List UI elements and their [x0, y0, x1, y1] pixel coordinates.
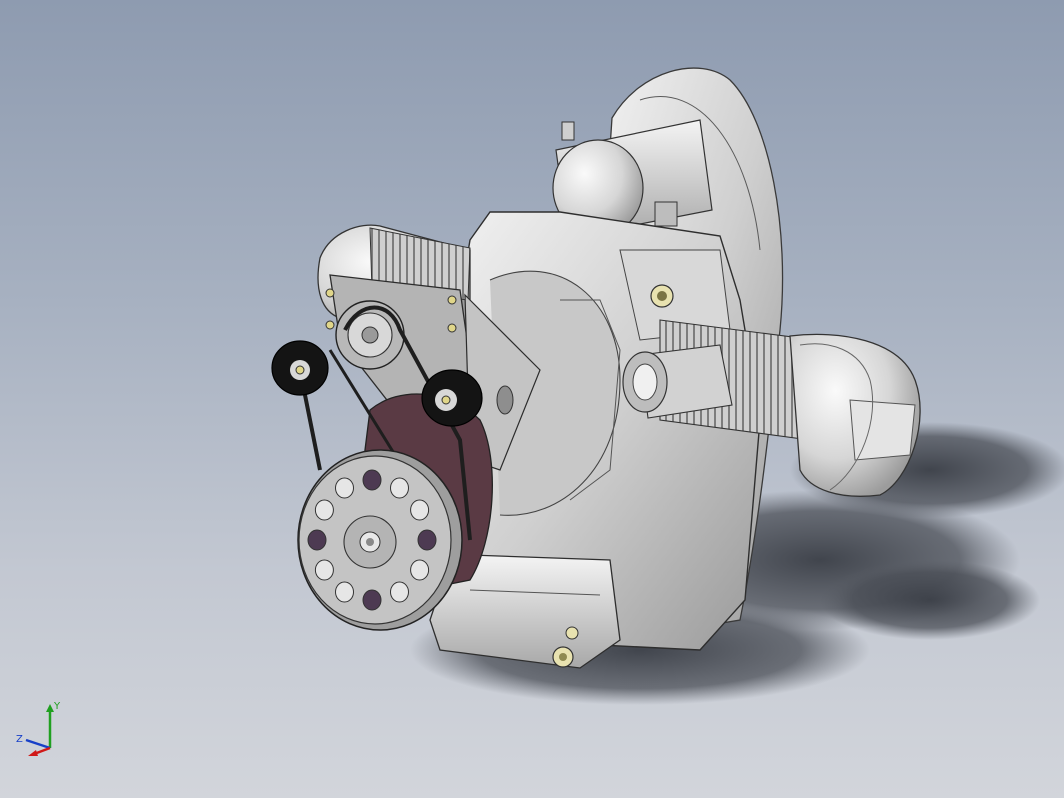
pulley-lightening-hole	[335, 477, 354, 499]
z-axis-line	[25, 738, 51, 750]
pulley-lightening-hole	[417, 529, 437, 551]
alternator-pulley[interactable]	[335, 300, 405, 370]
pulley-lightening-hole	[362, 589, 382, 611]
x-axis-arrow	[28, 750, 38, 756]
graphics-viewport[interactable]: Y Z	[0, 0, 1064, 798]
crankshaft-pulley[interactable]	[297, 449, 463, 631]
pulley-lightening-hole	[335, 581, 354, 603]
engine-3d-model[interactable]	[0, 0, 1064, 798]
pulley-lightening-hole	[314, 499, 334, 521]
pulley-lightening-hole	[390, 477, 409, 499]
y-axis-label: Y	[53, 701, 61, 712]
pulley-lightening-hole	[314, 559, 334, 581]
idler-pulley-left[interactable]	[271, 340, 329, 396]
pulley-lightening-hole	[410, 499, 430, 521]
idler-pulley-right[interactable]	[421, 369, 483, 427]
pulley-lightening-hole	[390, 581, 409, 603]
z-axis-label: Z	[16, 734, 23, 745]
view-orientation-triad[interactable]: Y Z	[14, 700, 64, 762]
pulley-lightening-hole	[410, 559, 430, 581]
pulley-lightening-hole	[307, 529, 327, 551]
pulley-lightening-hole	[362, 469, 382, 491]
y-axis-arrow	[46, 704, 54, 712]
